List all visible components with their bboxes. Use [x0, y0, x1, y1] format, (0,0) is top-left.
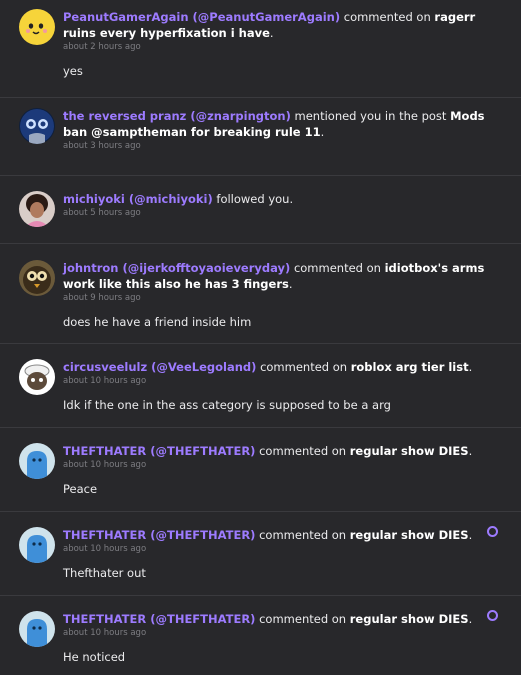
notification-feed: PeanutGamerAgain (@PeanutGamerAgain) com…: [0, 0, 521, 675]
notification-post-link[interactable]: regular show DIES: [350, 612, 469, 626]
notification-action: commented on: [259, 612, 347, 626]
thefthater-avatar[interactable]: [19, 527, 55, 563]
notification-time: about 10 hours ago: [63, 376, 147, 386]
notification-item[interactable]: michiyoki (@michiyoki) followed you. abo…: [0, 176, 521, 244]
notification-end: .: [468, 528, 473, 542]
notification-end: .: [288, 277, 293, 291]
notification-end: .: [468, 444, 473, 458]
notification-action: commented on: [293, 261, 381, 275]
unread-indicator-icon[interactable]: [487, 526, 498, 537]
notification-username[interactable]: THEFTHATER (@THEFTHATER): [63, 528, 255, 542]
notification-time: about 5 hours ago: [63, 208, 141, 218]
notification-item[interactable]: THEFTHATER (@THEFTHATER) commented on re…: [0, 428, 521, 512]
notification-comment: Thefthater out: [63, 566, 146, 580]
unread-indicator-icon[interactable]: [487, 610, 498, 621]
notification-username[interactable]: PeanutGamerAgain (@PeanutGamerAgain): [63, 10, 340, 24]
notification-action: mentioned you in the post: [294, 109, 447, 123]
notification-item[interactable]: PeanutGamerAgain (@PeanutGamerAgain) com…: [0, 0, 521, 98]
notification-end: .: [269, 26, 274, 40]
notification-time: about 3 hours ago: [63, 141, 141, 151]
notification-comment: does he have a friend inside him: [63, 315, 252, 329]
notification-time: about 9 hours ago: [63, 293, 141, 303]
notification-action: followed you.: [216, 192, 294, 206]
peanut-avatar[interactable]: [19, 9, 55, 45]
notification-end: .: [320, 125, 325, 139]
notification-action: commented on: [259, 444, 347, 458]
notification-username[interactable]: michiyoki (@michiyoki): [63, 192, 213, 206]
johntron-avatar[interactable]: [19, 260, 55, 296]
thefthater-avatar[interactable]: [19, 443, 55, 479]
notification-username[interactable]: circusveelulz (@VeeLegoland): [63, 360, 256, 374]
notification-username[interactable]: johntron (@ijerkofftoyaoieveryday): [63, 261, 290, 275]
notification-time: about 10 hours ago: [63, 544, 147, 554]
notification-time: about 2 hours ago: [63, 42, 141, 52]
notification-action: commented on: [260, 360, 348, 374]
notification-comment: He noticed: [63, 650, 126, 664]
notification-action: commented on: [343, 10, 431, 24]
notification-comment: yes: [63, 64, 83, 78]
thefthater-avatar[interactable]: [19, 611, 55, 647]
notification-post-link[interactable]: roblox arg tier list: [351, 360, 469, 374]
notification-comment: Peace: [63, 482, 98, 496]
notification-item[interactable]: johntron (@ijerkofftoyaoieveryday) comme…: [0, 244, 521, 344]
notification-time: about 10 hours ago: [63, 460, 147, 470]
notification-post-link[interactable]: regular show DIES: [350, 444, 469, 458]
notification-comment: Idk if the one in the ass category is su…: [63, 398, 391, 412]
notification-item[interactable]: circusveelulz (@VeeLegoland) commented o…: [0, 344, 521, 428]
notification-time: about 10 hours ago: [63, 628, 147, 638]
notification-username[interactable]: THEFTHATER (@THEFTHATER): [63, 444, 255, 458]
notification-end: .: [468, 612, 473, 626]
notification-action: commented on: [259, 528, 347, 542]
michiyoki-avatar[interactable]: [19, 191, 55, 227]
notification-item[interactable]: THEFTHATER (@THEFTHATER) commented on re…: [0, 512, 521, 596]
notification-post-link[interactable]: regular show DIES: [350, 528, 469, 542]
circusveelulz-avatar[interactable]: [19, 359, 55, 395]
pranz-avatar[interactable]: [19, 108, 55, 144]
notification-item[interactable]: THEFTHATER (@THEFTHATER) commented on re…: [0, 596, 521, 675]
notification-item[interactable]: the reversed pranz (@znarpington) mentio…: [0, 98, 521, 176]
notification-end: .: [468, 360, 473, 374]
notification-username[interactable]: the reversed pranz (@znarpington): [63, 109, 291, 123]
notification-username[interactable]: THEFTHATER (@THEFTHATER): [63, 612, 255, 626]
